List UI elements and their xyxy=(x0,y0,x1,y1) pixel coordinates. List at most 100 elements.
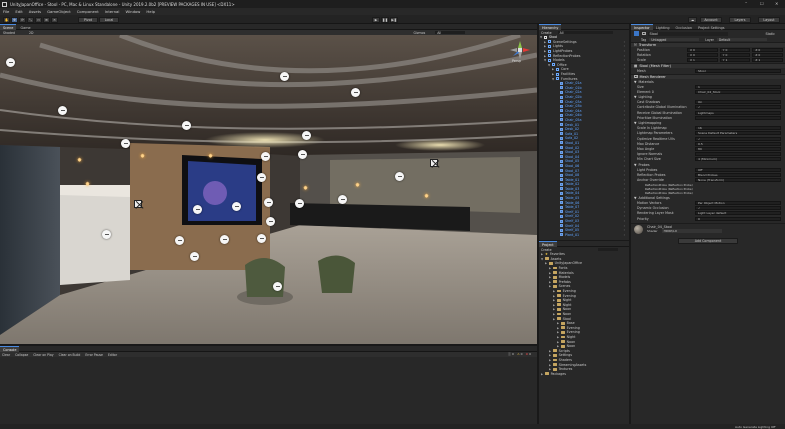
scale-tool-button[interactable]: ⤡ xyxy=(27,16,34,23)
light-icon[interactable]: ✸ xyxy=(355,182,360,189)
menu-item-window[interactable]: Window xyxy=(125,9,140,14)
chevron-right-icon[interactable]: › xyxy=(624,127,625,131)
info-count[interactable]: 0 xyxy=(512,352,514,356)
shading-dropdown[interactable]: Shaded xyxy=(3,31,15,35)
menu-item-edit[interactable]: Edit xyxy=(15,9,22,14)
reflection-probe-icon[interactable] xyxy=(134,200,142,208)
minimize-button[interactable]: – xyxy=(745,1,747,6)
chevron-right-icon[interactable]: › xyxy=(624,224,625,228)
console-clear-on-build-button[interactable]: Clear on Build xyxy=(59,353,81,357)
menu-item-internal[interactable]: Internal xyxy=(105,9,120,14)
chevron-right-icon[interactable]: › xyxy=(624,90,625,94)
tab-hierarchy[interactable]: Hierarchy xyxy=(539,24,562,30)
light-icon[interactable]: ✸ xyxy=(303,185,308,192)
property-value[interactable]: Lightmaps xyxy=(695,110,781,115)
light-probe-icon[interactable] xyxy=(302,131,311,140)
space-toggle[interactable]: Local xyxy=(99,16,119,23)
pause-button[interactable]: ❚❚ xyxy=(381,16,389,23)
chevron-right-icon[interactable]: › xyxy=(624,44,625,48)
hierarchy-create-dropdown[interactable]: Create xyxy=(541,31,552,35)
light-icon[interactable]: ✸ xyxy=(77,157,82,164)
menu-item-help[interactable]: Help xyxy=(146,9,155,14)
tab-lighting[interactable]: Lighting xyxy=(653,25,673,31)
gizmos-dropdown[interactable]: Gizmos xyxy=(414,31,426,35)
transform-x-field[interactable]: X 1 xyxy=(687,58,718,63)
chevron-right-icon[interactable]: › xyxy=(624,169,625,173)
chevron-right-icon[interactable]: › xyxy=(624,214,625,218)
chevron-right-icon[interactable]: › xyxy=(624,40,625,44)
chevron-right-icon[interactable]: › xyxy=(624,109,625,113)
chevron-right-icon[interactable]: › xyxy=(624,54,625,58)
light-probe-icon[interactable] xyxy=(351,88,360,97)
chevron-right-icon[interactable]: › xyxy=(624,81,625,85)
property-value[interactable]: Off xyxy=(695,167,781,172)
chevron-right-icon[interactable]: › xyxy=(624,118,625,122)
collab-cloud-icon[interactable]: ☁ xyxy=(688,16,697,23)
property-value[interactable]: ✓ xyxy=(695,136,781,141)
transform-z-field[interactable]: Z 0 xyxy=(752,47,784,52)
tab-project-settings[interactable]: Project Settings xyxy=(695,25,728,31)
tab-occlusion[interactable]: Occlusion xyxy=(673,25,695,31)
persp-label[interactable]: Persp xyxy=(512,59,521,63)
chevron-right-icon[interactable]: › xyxy=(624,67,625,71)
chevron-right-icon[interactable]: › xyxy=(624,146,625,150)
chevron-right-icon[interactable]: › xyxy=(624,49,625,53)
property-value[interactable]: ✓ xyxy=(695,105,781,110)
transform-y-field[interactable]: Y 1 xyxy=(719,58,751,63)
menu-item-file[interactable]: File xyxy=(3,9,9,14)
transform-y-field[interactable]: Y 0 xyxy=(719,47,751,52)
pivot-toggle[interactable]: Pivot xyxy=(78,16,98,23)
menu-item-assets[interactable]: Assets xyxy=(29,9,41,14)
account-dropdown[interactable]: Account xyxy=(700,16,722,23)
chevron-right-icon[interactable]: › xyxy=(624,219,625,223)
play-button[interactable]: ▶ xyxy=(372,16,380,23)
project-create-dropdown[interactable]: Create xyxy=(541,248,552,252)
tab-inspector[interactable]: Inspector xyxy=(631,24,653,30)
light-probe-icon[interactable] xyxy=(280,72,289,81)
transform-z-field[interactable]: Z 0 xyxy=(752,53,784,58)
chevron-right-icon[interactable]: › xyxy=(624,196,625,200)
active-checkbox[interactable]: ✓ xyxy=(642,31,646,36)
console-clear-on-play-button[interactable]: Clear on Play xyxy=(33,353,53,357)
light-probe-icon[interactable] xyxy=(193,205,202,214)
transform-x-field[interactable]: X 0 xyxy=(687,53,718,58)
hand-tool-button[interactable]: ✋ xyxy=(3,16,10,23)
chevron-right-icon[interactable]: › xyxy=(624,182,625,186)
light-probe-icon[interactable] xyxy=(102,230,111,239)
chevron-right-icon[interactable]: › xyxy=(624,132,625,136)
layers-dropdown[interactable]: Layers xyxy=(729,16,751,23)
chevron-right-icon[interactable]: › xyxy=(624,150,625,154)
console-clear-button[interactable]: Clear xyxy=(2,353,10,357)
light-probe-icon[interactable] xyxy=(190,252,199,261)
custom-tool-button[interactable]: ✕ xyxy=(51,16,58,23)
transform-z-field[interactable]: Z 1 xyxy=(752,58,784,63)
light-probe-icon[interactable] xyxy=(273,282,282,291)
packages-row[interactable]: ▶ Packages xyxy=(539,371,629,376)
property-value[interactable]: Blend Probes xyxy=(695,172,781,177)
transform-y-field[interactable]: Y 0 xyxy=(719,53,751,58)
shader-dropdown[interactable]: HDRP/Lit xyxy=(661,229,722,233)
error-count[interactable]: 0 xyxy=(529,352,531,356)
property-value[interactable]: Per Object Motion xyxy=(695,201,781,206)
light-probe-icon[interactable] xyxy=(257,173,266,182)
light-probe-icon[interactable] xyxy=(264,198,273,207)
chevron-right-icon[interactable]: › xyxy=(624,164,625,168)
light-probe-icon[interactable] xyxy=(295,199,304,208)
chevron-right-icon[interactable]: › xyxy=(624,104,625,108)
hierarchy-item[interactable]: Plant_01 › xyxy=(539,233,629,238)
chevron-right-icon[interactable]: › xyxy=(624,205,625,209)
element-field[interactable]: Chair_04_Stool xyxy=(695,89,781,94)
scene-search-input[interactable]: All xyxy=(435,30,466,35)
chevron-right-icon[interactable]: › xyxy=(624,95,625,99)
transform-x-field[interactable]: X 0 xyxy=(687,47,718,52)
property-value[interactable] xyxy=(695,152,781,157)
light-probe-icon[interactable] xyxy=(257,234,266,243)
mesh-field[interactable]: Stool xyxy=(695,68,781,73)
chevron-right-icon[interactable]: › xyxy=(624,136,625,140)
hierarchy-search-input[interactable]: All xyxy=(557,30,613,35)
chevron-right-icon[interactable]: › xyxy=(624,191,625,195)
console-collapse-button[interactable]: Collapse xyxy=(15,353,28,357)
layout-dropdown[interactable]: Layout xyxy=(758,16,780,23)
tab-project[interactable]: Project xyxy=(539,241,557,247)
light-probe-icon[interactable] xyxy=(121,139,130,148)
